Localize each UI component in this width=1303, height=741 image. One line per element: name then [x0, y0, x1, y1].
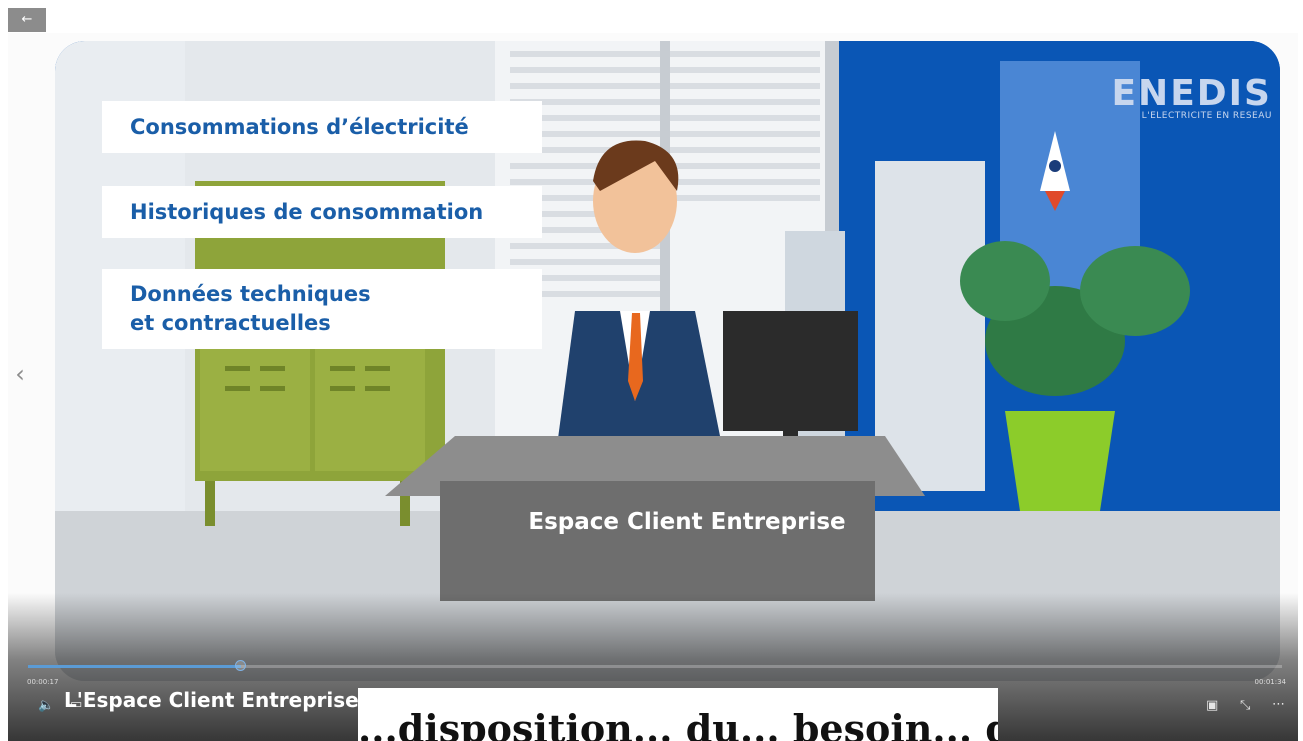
- picture-in-picture-icon[interactable]: ▣: [1206, 698, 1218, 714]
- enedis-logo: ENEDIS L'ELECTRICITE EN RESEAU: [1111, 73, 1272, 122]
- seek-bar[interactable]: [28, 660, 1282, 671]
- caption-text: et contractuelles: [130, 311, 331, 335]
- current-time: 00:00:17: [27, 678, 59, 686]
- chevron-left-icon[interactable]: ‹: [10, 361, 30, 387]
- caption-text: Historiques de consommation: [130, 199, 484, 224]
- back-button[interactable]: ←: [8, 8, 46, 32]
- video-frame[interactable]: Consommations d’électricité Historiques …: [55, 41, 1280, 681]
- subtitle-box: ...disposition... du... besoin... de... …: [358, 688, 998, 741]
- caption-technical-data: Données techniques et contractuelles: [102, 269, 542, 349]
- caption-consumption: Consommations d’électricité: [102, 101, 542, 153]
- exit-fullscreen-icon[interactable]: ⤡: [1240, 698, 1250, 714]
- volume-icon[interactable]: 🔈: [38, 698, 54, 714]
- video-player: ‹ Consommations d’électricité Historique…: [8, 33, 1298, 741]
- caption-history: Historiques de consommation: [102, 186, 542, 238]
- caption-text: Données techniques: [130, 282, 371, 306]
- seek-bar-fill: [28, 665, 242, 668]
- caption-text: Consommations d’électricité: [130, 114, 469, 139]
- total-time: 00:01:34: [1254, 678, 1286, 686]
- logo-word: ENEDIS: [1111, 73, 1272, 114]
- more-options-icon[interactable]: ⋯: [1272, 697, 1285, 713]
- desk-sign: Espace Client Entreprise: [528, 509, 846, 535]
- subtitle-text: ...disposition... du... besoin... de... …: [358, 706, 998, 741]
